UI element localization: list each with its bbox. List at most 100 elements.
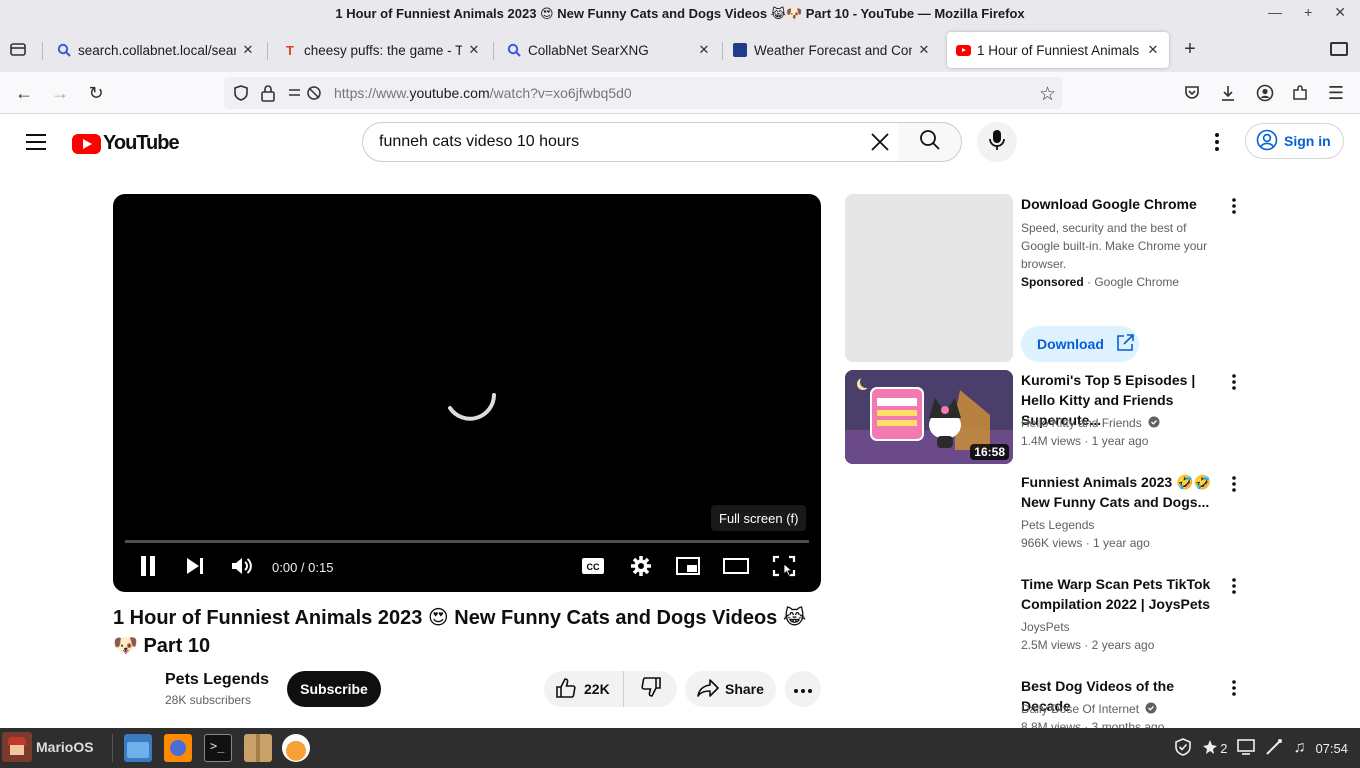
list-all-tabs-icon[interactable] [1330,42,1348,56]
fullscreen-icon [772,555,796,582]
minimize-icon[interactable]: — [1268,4,1282,21]
ad-thumbnail[interactable] [845,194,1013,362]
pause-button[interactable] [130,554,166,582]
subscribe-button[interactable]: Subscribe [287,671,381,707]
extensions-icon[interactable] [1288,81,1312,105]
updates-icon [1202,739,1218,758]
volume-icon[interactable]: ♫ [1293,739,1305,757]
related-video-title[interactable]: Time Warp Scan Pets TikTok Compilation 2… [1021,574,1221,614]
video-thumbnail[interactable]: 16:58 [845,370,1013,464]
url-bar[interactable]: https://www.youtube.com/watch?v=xo6jfwbq… [224,77,1062,109]
app-menu-icon[interactable]: ☰ [1324,81,1348,105]
miniplayer-button[interactable] [670,554,706,582]
subtitles-button[interactable]: CC [575,554,611,582]
tab-collabnet-searxng[interactable]: CollabNet SearXNG ✕ [498,32,720,68]
permissions-icon[interactable] [288,85,322,106]
voice-search-button[interactable] [977,122,1017,162]
share-button[interactable]: Share [685,671,776,707]
related-video-channel[interactable]: Daily Dose Of Internet [1021,700,1221,718]
related-video-menu-icon[interactable] [1224,370,1244,394]
theater-mode-button[interactable] [718,554,754,582]
settings-kebab-icon[interactable] [1205,130,1229,154]
advertiser-name: · Google Chrome [1087,275,1180,289]
next-button[interactable] [177,554,213,582]
tab-youtube-active[interactable]: 1 Hour of Funniest Animals ✕ [947,32,1169,68]
bookmark-star-icon[interactable]: ☆ [1039,83,1056,106]
start-menu-button[interactable]: MarioOS [2,732,94,762]
forward-icon[interactable]: → [48,81,72,105]
channel-name[interactable]: Pets Legends [165,671,269,689]
related-video-menu-icon[interactable] [1224,574,1244,598]
related-video-menu-icon[interactable] [1224,472,1244,496]
reload-icon[interactable]: ↻ [84,81,108,105]
tab-label: Weather Forecast and Cond [754,42,912,58]
fullscreen-button[interactable] [766,554,802,582]
search-input[interactable]: funneh cats videso 10 hours [362,122,900,162]
file-manager-icon[interactable] [124,734,152,762]
search-button[interactable] [898,122,962,162]
clear-search-icon[interactable] [866,128,894,156]
ad-description: Speed, security and the best of Google b… [1021,221,1208,271]
tab-search-collabnet[interactable]: search.collabnet.local/search ✕ [48,32,264,68]
shield-icon[interactable] [1174,737,1192,759]
cheesy-puffs-game-icon[interactable] [282,734,310,762]
dislike-button[interactable] [624,676,677,702]
close-tab-icon[interactable]: ✕ [466,42,482,58]
related-video-channel[interactable]: Pets Legends [1021,516,1221,534]
download-chrome-button[interactable]: Download [1021,326,1139,362]
downloads-icon[interactable] [1216,81,1240,105]
close-tab-icon[interactable]: ✕ [916,42,932,58]
display-icon[interactable] [1237,738,1256,758]
firefox-view-icon[interactable] [8,40,28,60]
related-video-meta: 2.5M views · 2 years ago [1021,638,1155,652]
back-icon[interactable]: ← [12,81,36,105]
youtube-wordmark: YouTube [103,132,180,154]
tracking-protection-icon[interactable] [232,84,250,107]
close-tab-icon[interactable]: ✕ [240,42,256,58]
sign-in-button[interactable]: Sign in [1245,123,1344,159]
more-actions-button[interactable] [785,671,821,707]
ad-menu-icon[interactable] [1224,194,1244,218]
progress-bar[interactable] [125,540,809,543]
clock[interactable]: 07:54 [1315,741,1348,756]
search-icon [56,42,72,58]
close-icon[interactable]: ✕ [1334,4,1346,21]
package-manager-icon[interactable] [244,734,272,762]
related-video-title[interactable]: Funniest Animals 2023 🤣🤣 New Funny Cats … [1021,472,1221,512]
close-tab-icon[interactable]: ✕ [1145,42,1161,58]
url-text[interactable]: https://www.youtube.com/watch?v=xo6jfwbq… [334,85,632,101]
lock-icon[interactable] [260,84,276,107]
tab-weather[interactable]: Weather Forecast and Cond ✕ [724,32,940,68]
firefox-icon[interactable] [164,734,192,762]
ad-sponsor-line: Sponsored · Google Chrome [1021,273,1221,291]
verified-badge-icon [1142,702,1157,716]
mute-button[interactable] [224,554,260,582]
terminal-icon[interactable]: >_ [204,734,232,762]
youtube-masthead: YouTube funneh cats videso 10 hours Sign… [0,114,1360,170]
guide-menu-icon[interactable] [26,134,46,150]
like-button[interactable]: 22K [544,671,624,707]
like-dislike-group: 22K [544,671,677,707]
video-player[interactable]: Full screen (f) 0:00 / 0:15 CC [113,194,821,592]
settings-button[interactable] [623,554,659,582]
network-icon[interactable] [1265,738,1283,759]
tab-label: cheesy puffs: the game - Tur [304,42,462,58]
new-tab-icon[interactable]: + [1180,38,1200,61]
pocket-icon[interactable] [1180,81,1204,105]
notifications-tray[interactable]: 2 [1202,739,1227,758]
related-video-channel[interactable]: Hello Kitty and Friends [1021,414,1221,432]
related-video-channel[interactable]: JoysPets [1021,618,1221,636]
account-icon[interactable] [1253,81,1277,105]
thumbs-up-icon [556,677,576,701]
maximize-icon[interactable]: + [1304,4,1312,21]
thumbs-down-icon [640,676,661,702]
tab-cheesy-puffs[interactable]: T cheesy puffs: the game - Tur ✕ [274,32,490,68]
time-display: 0:00 / 0:15 [272,560,334,575]
ad-title[interactable]: Download Google Chrome [1021,194,1221,214]
fullscreen-tooltip: Full screen (f) [711,505,807,531]
close-tab-icon[interactable]: ✕ [696,42,712,58]
navigation-toolbar: ← → ↻ https://www.youtube.com/watch?v=xo… [0,72,1360,114]
youtube-logo[interactable]: YouTube [72,132,180,155]
related-video-menu-icon[interactable] [1224,676,1244,700]
tab-bar: search.collabnet.local/search ✕ T cheesy… [0,28,1360,72]
